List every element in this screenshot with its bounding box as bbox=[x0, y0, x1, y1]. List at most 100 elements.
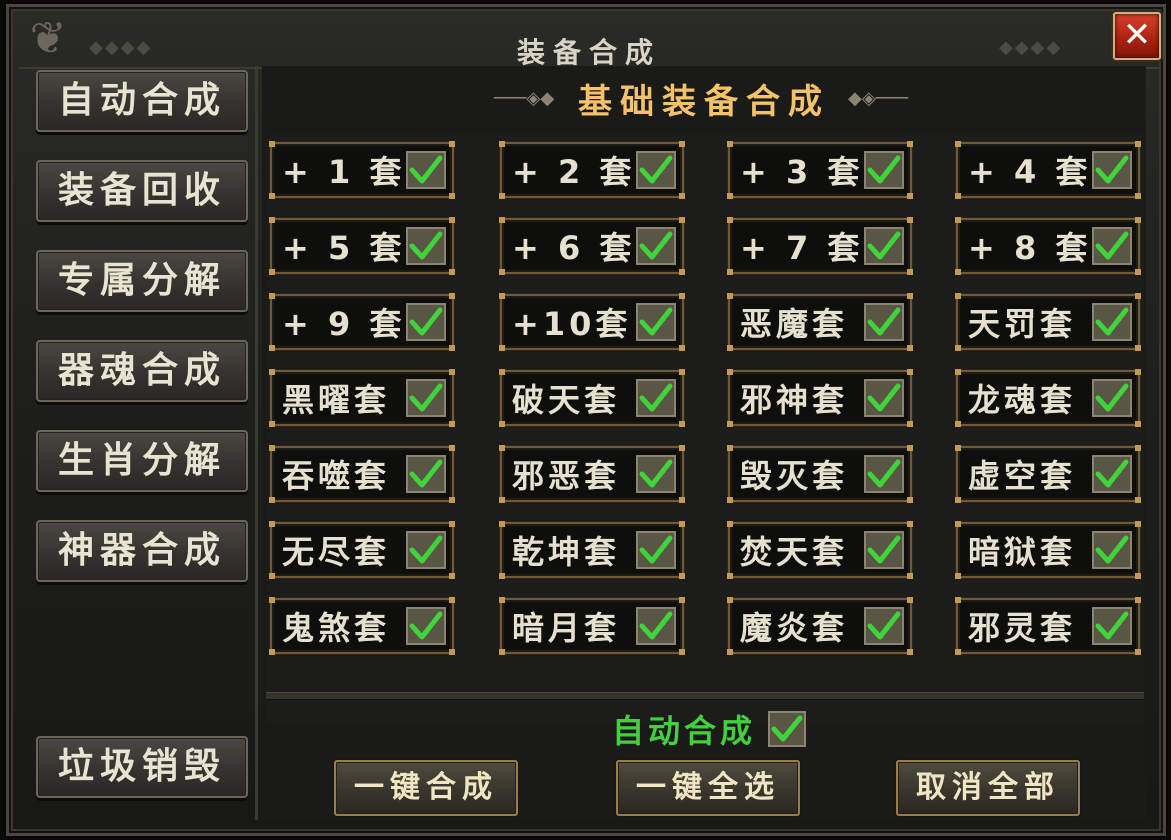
set-checkbox[interactable] bbox=[864, 303, 904, 341]
set-checkbox[interactable] bbox=[864, 531, 904, 569]
set-checkbox[interactable] bbox=[636, 531, 676, 569]
set-label: 鬼煞套 bbox=[282, 609, 391, 647]
set-option[interactable]: 毁灭套 bbox=[727, 445, 913, 503]
set-option[interactable]: + 1 套 bbox=[269, 141, 455, 199]
set-option[interactable]: 虚空套 bbox=[955, 445, 1141, 503]
sidebar-item-exclusive-decompose[interactable]: 专属分解 bbox=[36, 250, 248, 312]
set-option[interactable]: 无尽套 bbox=[269, 521, 455, 579]
checkmark-icon bbox=[867, 383, 901, 412]
set-checkbox[interactable] bbox=[406, 151, 446, 189]
set-checkbox[interactable] bbox=[864, 455, 904, 493]
set-checkbox[interactable] bbox=[636, 227, 676, 265]
set-checkbox[interactable] bbox=[406, 227, 446, 265]
set-checkbox[interactable] bbox=[1092, 531, 1132, 569]
cell-corner-ornament bbox=[1135, 269, 1141, 275]
set-label: 龙魂套 bbox=[968, 381, 1077, 419]
set-checkbox[interactable] bbox=[406, 379, 446, 417]
set-checkbox[interactable] bbox=[406, 607, 446, 645]
set-option[interactable]: 吞噬套 bbox=[269, 445, 455, 503]
auto-merge-toggle[interactable]: 自动合成 bbox=[612, 706, 807, 752]
set-label: 天罚套 bbox=[968, 305, 1077, 343]
window-title: 装备合成 bbox=[516, 36, 661, 69]
checkmark-icon bbox=[867, 535, 901, 564]
cell-corner-ornament bbox=[499, 497, 505, 503]
cell-corner-ornament bbox=[449, 497, 455, 503]
set-checkbox[interactable] bbox=[1092, 227, 1132, 265]
set-option[interactable]: 焚天套 bbox=[727, 521, 913, 579]
set-checkbox[interactable] bbox=[406, 531, 446, 569]
set-option[interactable]: 鬼煞套 bbox=[269, 597, 455, 655]
set-option[interactable]: + 9 套 bbox=[269, 293, 455, 351]
cell-corner-ornament bbox=[449, 445, 455, 451]
close-button[interactable]: ✕ bbox=[1113, 12, 1161, 60]
set-option[interactable]: 黑曜套 bbox=[269, 369, 455, 427]
set-checkbox[interactable] bbox=[636, 455, 676, 493]
checkmark-icon bbox=[409, 535, 443, 564]
checkmark-icon bbox=[639, 611, 673, 640]
cell-corner-ornament bbox=[499, 445, 505, 451]
set-option[interactable]: 恶魔套 bbox=[727, 293, 913, 351]
sidebar-item-equipment-recycle[interactable]: 装备回收 bbox=[36, 160, 248, 222]
set-checkbox[interactable] bbox=[1092, 607, 1132, 645]
set-label: + 2 套 bbox=[512, 153, 636, 191]
set-option[interactable]: 暗月套 bbox=[499, 597, 685, 655]
set-checkbox[interactable] bbox=[406, 303, 446, 341]
set-option[interactable]: + 5 套 bbox=[269, 217, 455, 275]
set-option[interactable]: +10套 bbox=[499, 293, 685, 351]
set-option[interactable]: 邪灵套 bbox=[955, 597, 1141, 655]
set-checkbox[interactable] bbox=[864, 151, 904, 189]
set-checkbox[interactable] bbox=[636, 151, 676, 189]
cell-corner-ornament bbox=[449, 141, 455, 147]
set-option[interactable]: + 7 套 bbox=[727, 217, 913, 275]
set-checkbox[interactable] bbox=[406, 455, 446, 493]
set-option[interactable]: + 8 套 bbox=[955, 217, 1141, 275]
set-checkbox[interactable] bbox=[864, 227, 904, 265]
set-option[interactable]: 天罚套 bbox=[955, 293, 1141, 351]
set-option[interactable]: + 6 套 bbox=[499, 217, 685, 275]
set-option[interactable]: 龙魂套 bbox=[955, 369, 1141, 427]
cell-corner-ornament bbox=[727, 141, 733, 147]
cell-corner-ornament bbox=[499, 293, 505, 299]
set-option[interactable]: 乾坤套 bbox=[499, 521, 685, 579]
set-option[interactable]: 邪恶套 bbox=[499, 445, 685, 503]
set-option[interactable]: 暗狱套 bbox=[955, 521, 1141, 579]
cell-corner-ornament bbox=[955, 497, 961, 503]
checkmark-icon bbox=[867, 611, 901, 640]
select-all-button[interactable]: 一键全选 bbox=[616, 760, 800, 816]
set-option[interactable]: + 4 套 bbox=[955, 141, 1141, 199]
set-checkbox[interactable] bbox=[636, 303, 676, 341]
set-checkbox[interactable] bbox=[1092, 151, 1132, 189]
cell-corner-ornament bbox=[907, 141, 913, 147]
set-checkbox[interactable] bbox=[864, 379, 904, 417]
sidebar-item-soul-merge[interactable]: 器魂合成 bbox=[36, 340, 248, 402]
set-checkbox[interactable] bbox=[1092, 379, 1132, 417]
set-option[interactable]: 邪神套 bbox=[727, 369, 913, 427]
cell-corner-ornament bbox=[907, 649, 913, 655]
set-label: + 5 套 bbox=[282, 229, 406, 267]
cell-corner-ornament bbox=[679, 497, 685, 503]
cell-corner-ornament bbox=[269, 293, 275, 299]
auto-merge-checkbox[interactable] bbox=[768, 711, 807, 747]
set-checkbox[interactable] bbox=[636, 607, 676, 645]
sidebar-item-trash-destroy[interactable]: 垃圾销毁 bbox=[36, 736, 248, 798]
cell-corner-ornament bbox=[679, 293, 685, 299]
sidebar-item-artifact-merge[interactable]: 神器合成 bbox=[36, 520, 248, 582]
set-option[interactable]: + 2 套 bbox=[499, 141, 685, 199]
set-checkbox[interactable] bbox=[864, 607, 904, 645]
set-option[interactable]: 魔炎套 bbox=[727, 597, 913, 655]
set-option[interactable]: 破天套 bbox=[499, 369, 685, 427]
close-icon: ✕ bbox=[1122, 15, 1152, 55]
set-label: + 6 套 bbox=[512, 229, 636, 267]
set-checkbox[interactable] bbox=[636, 379, 676, 417]
cell-corner-ornament bbox=[727, 217, 733, 223]
cancel-all-button[interactable]: 取消全部 bbox=[896, 760, 1080, 816]
set-checkbox[interactable] bbox=[1092, 303, 1132, 341]
set-checkbox[interactable] bbox=[1092, 455, 1132, 493]
checkmark-icon bbox=[639, 231, 673, 260]
set-option[interactable]: + 3 套 bbox=[727, 141, 913, 199]
sidebar-item-auto-merge[interactable]: 自动合成 bbox=[36, 70, 248, 132]
cell-corner-ornament bbox=[727, 649, 733, 655]
sidebar-item-zodiac-decompose[interactable]: 生肖分解 bbox=[36, 430, 248, 492]
set-label: 黑曜套 bbox=[282, 381, 391, 419]
merge-all-button[interactable]: 一键合成 bbox=[334, 760, 518, 816]
